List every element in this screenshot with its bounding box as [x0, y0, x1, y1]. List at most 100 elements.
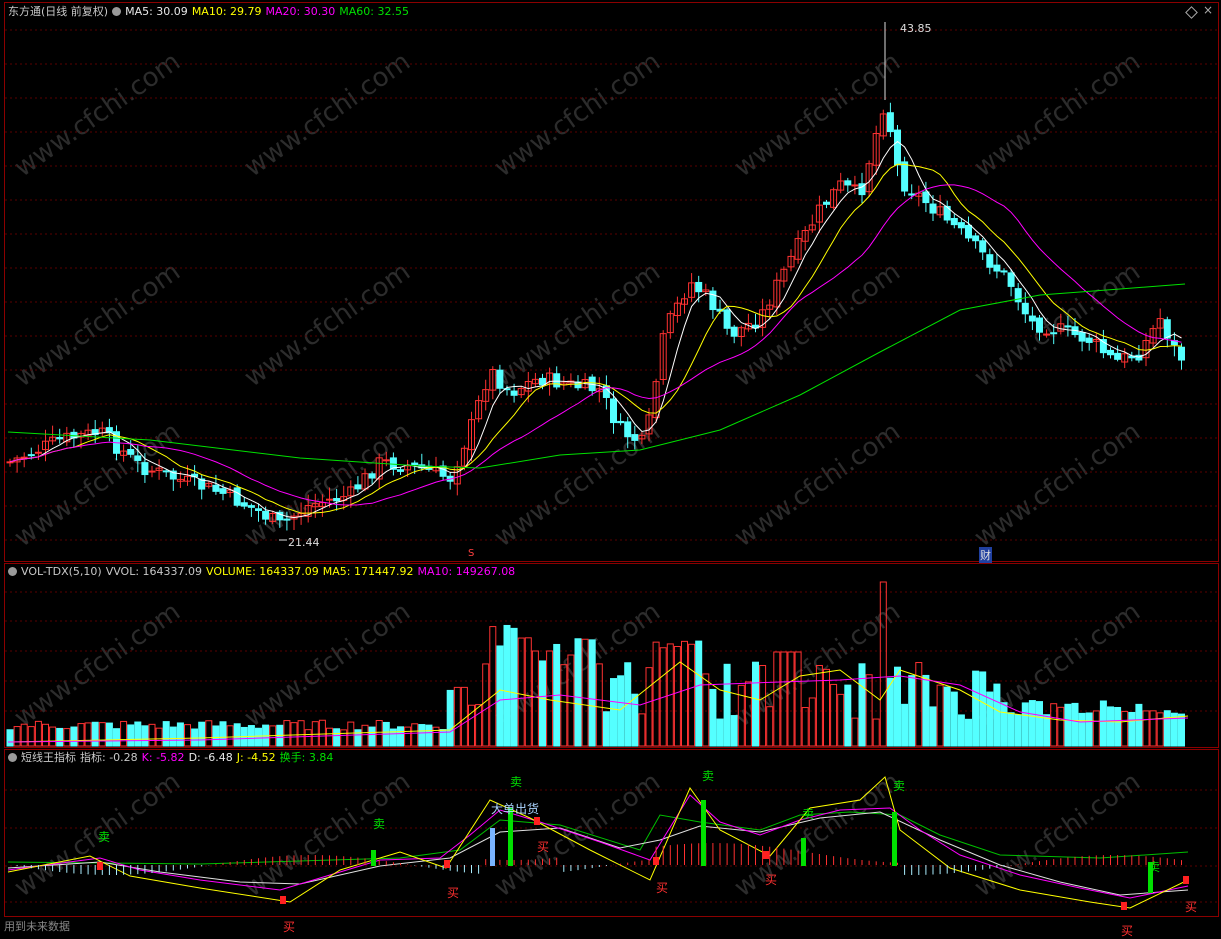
- event-marker-s[interactable]: S: [468, 548, 474, 559]
- volume-bar: [986, 691, 994, 747]
- volume-bar: [1107, 706, 1114, 747]
- ind-d: D: -6.48: [188, 751, 233, 764]
- volume-bar: [283, 720, 291, 747]
- candle-body: [262, 510, 270, 520]
- candle-body: [929, 203, 937, 214]
- volume-bar: [1064, 703, 1072, 747]
- volume-bar: [1071, 702, 1079, 747]
- volume-bar: [851, 717, 859, 747]
- candle-body: [986, 254, 994, 268]
- volume-bar: [63, 728, 71, 747]
- settings-dot-icon[interactable]: [112, 7, 122, 16]
- candle-body: [382, 459, 390, 462]
- volume-bar: [1028, 700, 1036, 747]
- vol-name[interactable]: VOL-TDX(5,10): [21, 565, 102, 578]
- volume-label: VOLUME: 164337.09: [206, 565, 319, 578]
- volume-bar: [411, 723, 419, 747]
- buy-signal: 买: [765, 873, 778, 887]
- volume-bar: [1050, 703, 1058, 747]
- signal-bar: [701, 800, 706, 866]
- buy-signal: 买: [283, 920, 296, 934]
- candle-body: [1078, 332, 1086, 342]
- volume-bar: [787, 651, 795, 747]
- volume-bar: [652, 641, 660, 747]
- ma5-label: MA5: 30.09: [125, 5, 188, 18]
- volume-bar: [226, 725, 234, 747]
- main-title[interactable]: 东方通(日线 前复权): [8, 5, 108, 18]
- volume-bar: [581, 638, 589, 747]
- volume-bar: [830, 683, 838, 747]
- volume-bar: [865, 674, 873, 747]
- chart-canvas[interactable]: [0, 0, 1221, 935]
- volume-bar: [950, 691, 958, 747]
- sell-signal: 卖: [98, 830, 111, 844]
- buy-signal: 买: [537, 840, 550, 854]
- ind-name[interactable]: 短线王指标: [21, 751, 76, 764]
- volume-bar: [879, 581, 887, 747]
- big-order-out-label: 大单出货: [491, 802, 540, 816]
- volume-bar: [1163, 710, 1171, 747]
- volume-bar: [993, 683, 1001, 747]
- ind-index: 指标: -0.28: [80, 751, 138, 764]
- volume-bar: [801, 707, 809, 747]
- volume-bar: [141, 725, 149, 747]
- volume-bar: [1014, 714, 1022, 747]
- volume-bar: [908, 675, 916, 747]
- candle-body: [148, 470, 156, 473]
- ma10-label: MA10: 29.79: [191, 5, 262, 18]
- ind-k: K: -5.82: [141, 751, 185, 764]
- volume-bar: [766, 706, 774, 747]
- volume-bar: [517, 637, 525, 747]
- settings-dot-icon[interactable]: [8, 753, 17, 762]
- settings-dot-icon[interactable]: [8, 567, 17, 576]
- candle-body: [6, 461, 14, 464]
- volume-bar: [688, 643, 696, 747]
- volume-bar: [936, 684, 944, 747]
- candle-body: [240, 502, 248, 507]
- volume-bar: [162, 721, 170, 747]
- candle-body: [901, 161, 909, 192]
- signal-bar: [801, 838, 806, 866]
- buy-signal: 买: [1121, 924, 1134, 938]
- volume-bar: [716, 718, 724, 747]
- volume-bar: [297, 720, 305, 747]
- candle-body: [1114, 352, 1122, 360]
- sell-signal: 卖: [802, 807, 815, 821]
- ma10-line: [9, 163, 1182, 514]
- ma60-line: [7, 283, 1186, 469]
- candle-body: [141, 462, 149, 476]
- volume-bar: [77, 723, 85, 747]
- buy-signal: 买: [656, 881, 669, 895]
- footer-note: 用到未来数据: [4, 920, 70, 933]
- signal-bar: [892, 812, 897, 866]
- volume-bar: [539, 660, 546, 747]
- volume-bar: [965, 718, 972, 747]
- volume-bar: [972, 670, 980, 747]
- volume-bar: [318, 719, 326, 747]
- volume-bar: [894, 666, 901, 747]
- ma20-label: MA20: 30.30: [265, 5, 336, 18]
- j-line: [7, 776, 1189, 909]
- candle-body: [1050, 332, 1058, 335]
- vol-ma10-label: MA10: 149267.08: [417, 565, 516, 578]
- volume-bar: [418, 724, 426, 747]
- volume-bar: [155, 727, 163, 747]
- volume-bar: [247, 725, 255, 747]
- volume-bar: [1149, 710, 1157, 747]
- turnover-line: [7, 811, 1189, 865]
- volume-bar: [759, 665, 767, 747]
- signal-bar: [371, 850, 376, 866]
- volume-bar: [176, 722, 184, 747]
- sell-signal: 卖: [893, 779, 906, 793]
- event-marker-finance[interactable]: 财: [979, 547, 992, 563]
- volume-bar: [134, 721, 142, 747]
- volume-bar: [744, 681, 752, 747]
- signal-bar: [490, 828, 495, 866]
- volume-bar: [1043, 714, 1051, 747]
- volume-bar: [27, 726, 35, 747]
- candle-body: [333, 498, 341, 502]
- volume-bar: [1121, 710, 1129, 747]
- candle-body: [56, 436, 64, 440]
- close-icon[interactable]: ×: [1203, 3, 1213, 17]
- volume-bar: [780, 651, 788, 747]
